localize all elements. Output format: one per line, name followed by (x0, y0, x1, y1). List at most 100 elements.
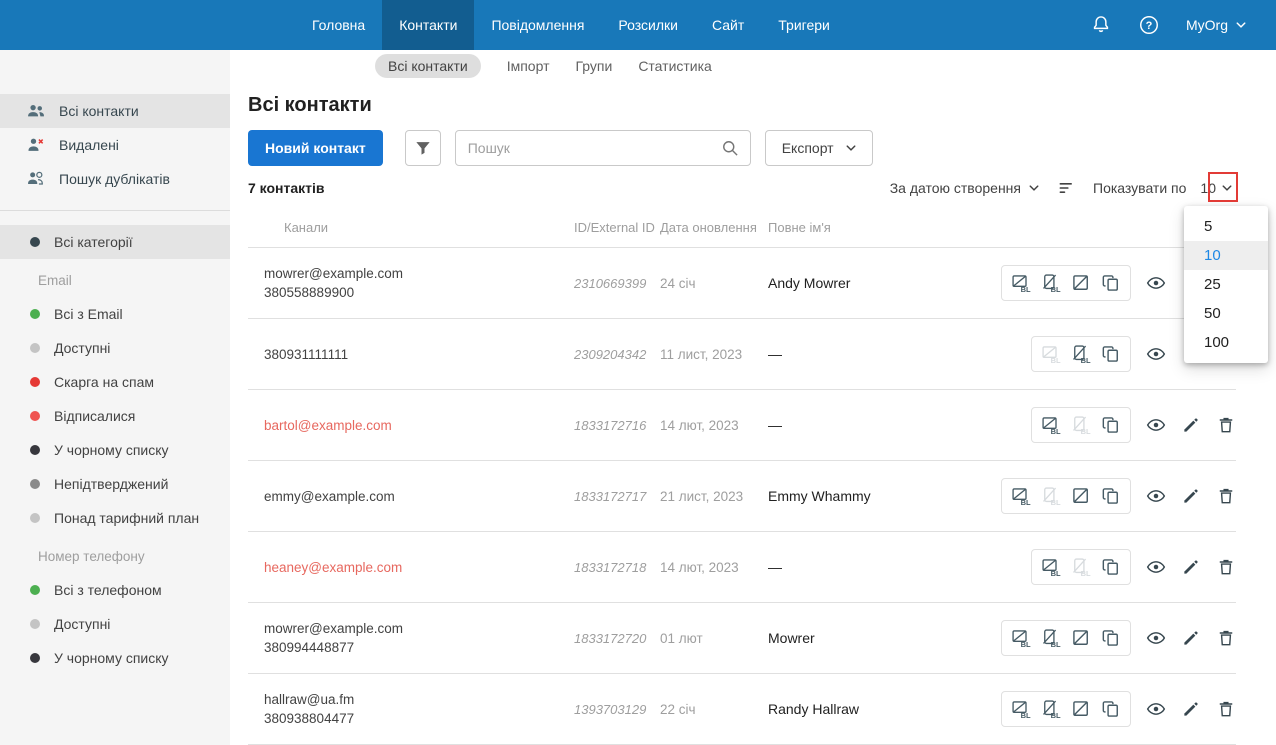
sidebar-category-item[interactable]: Відписалися (0, 399, 230, 433)
search-input[interactable] (455, 131, 720, 165)
phone-blacklist-icon[interactable]: BL (1071, 415, 1091, 435)
sidebar-item[interactable]: Видалені (0, 128, 230, 162)
view-icon[interactable] (1146, 628, 1166, 648)
variables-icon[interactable] (1071, 628, 1091, 648)
subnav-item[interactable]: Статистика (638, 58, 712, 74)
per-page-option[interactable]: 5 (1184, 212, 1268, 241)
email-blacklist-icon[interactable]: BL (1041, 344, 1061, 364)
view-icon[interactable] (1146, 557, 1166, 577)
per-page-option[interactable]: 10 (1184, 241, 1268, 270)
sidebar-category-item[interactable]: У чорному списку (0, 641, 230, 675)
phone-blacklist-icon[interactable]: BL (1071, 557, 1091, 577)
channel-status-box: BL BL (1001, 478, 1131, 514)
sort-by-dropdown[interactable]: За датою створення (890, 179, 1043, 197)
phone-blacklist-icon[interactable]: BL (1041, 486, 1061, 506)
updated-date-cell: 01 лют (660, 630, 703, 646)
view-icon[interactable] (1146, 486, 1166, 506)
contacts-subnav: Всі контакти Імпорт Групи Статистика (230, 50, 1276, 82)
channel-value: heaney@example.com (264, 559, 403, 575)
topnav-item[interactable]: Повідомлення (474, 0, 601, 50)
email-blacklist-icon[interactable]: BL (1011, 699, 1031, 719)
sidebar-category-item[interactable]: Скарга на спам (0, 365, 230, 399)
channel-status-box: BL BL (1001, 691, 1131, 727)
sidebar-item[interactable]: Всі контакти (0, 94, 230, 128)
email-blacklist-icon[interactable]: BL (1011, 486, 1031, 506)
edit-icon[interactable] (1181, 628, 1201, 648)
actions-cell: BL BL (986, 549, 1236, 585)
topnav-item[interactable]: Головна (295, 0, 382, 50)
copy-icon[interactable] (1101, 273, 1121, 293)
subnav-item[interactable]: Імпорт (507, 58, 550, 74)
sidebar-item-all-categories[interactable]: Всі категорії (0, 225, 230, 259)
topnav-item[interactable]: Розсилки (601, 0, 695, 50)
channels-cell: emmy@example.com (248, 487, 574, 506)
sidebar-item[interactable]: Пошук дублікатів (0, 162, 230, 196)
channel-status-box: BL BL (1031, 549, 1131, 585)
category-label: Непідтверджений (54, 476, 169, 492)
sidebar-category-item[interactable]: Непідтверджений (0, 467, 230, 501)
channel-value: mowrer@example.com (264, 266, 403, 281)
export-button[interactable]: Експорт (764, 130, 873, 166)
sidebar-category-item[interactable]: У чорному списку (0, 433, 230, 467)
actions-cell: BL BL (986, 691, 1236, 727)
sidebar-category-item[interactable]: Доступні (0, 607, 230, 641)
sort-order-icon[interactable] (1057, 178, 1077, 198)
variables-icon[interactable] (1071, 699, 1091, 719)
variables-icon[interactable] (1071, 486, 1091, 506)
copy-icon[interactable] (1101, 699, 1121, 719)
phone-blacklist-icon[interactable]: BL (1041, 699, 1061, 719)
per-page-selector[interactable]: 10 (1200, 179, 1236, 197)
copy-icon[interactable] (1101, 628, 1121, 648)
edit-icon[interactable] (1181, 557, 1201, 577)
email-blacklist-icon[interactable]: BL (1041, 557, 1061, 577)
copy-icon[interactable] (1101, 557, 1121, 577)
topnav-right: ? MyOrg (1090, 14, 1276, 36)
edit-icon[interactable] (1181, 486, 1201, 506)
view-icon[interactable] (1146, 273, 1166, 293)
top-navigation-bar: Головна Контакти Повідомлення Розсилки Сайт Т… (0, 0, 1276, 50)
phone-blacklist-icon[interactable]: BL (1041, 273, 1061, 293)
notifications-bell-icon[interactable] (1090, 14, 1112, 36)
variables-icon[interactable] (1071, 273, 1091, 293)
sidebar-category-item[interactable]: Доступні (0, 331, 230, 365)
contact-id-cell: 1833172720 (574, 630, 647, 646)
sidebar-category-item[interactable]: Понад тарифний план (0, 501, 230, 535)
new-contact-button[interactable]: Новий контакт (248, 130, 383, 166)
sidebar-category-item[interactable]: Всі з телефоном (0, 573, 230, 607)
sidebar-item-label: Видалені (59, 137, 119, 153)
delete-icon[interactable] (1216, 486, 1236, 506)
delete-icon[interactable] (1216, 415, 1236, 435)
channels-cell: hallraw@ua.fm 380938804477 (248, 690, 574, 728)
copy-icon[interactable] (1101, 486, 1121, 506)
topnav-item[interactable]: Контакти (382, 0, 475, 50)
copy-icon[interactable] (1101, 415, 1121, 435)
per-page-option[interactable]: 25 (1184, 270, 1268, 299)
subnav-item[interactable]: Всі контакти (375, 54, 481, 78)
svg-text:BL: BL (1021, 711, 1031, 719)
delete-icon[interactable] (1216, 628, 1236, 648)
help-icon[interactable]: ? (1138, 14, 1160, 36)
subnav-item[interactable]: Групи (575, 58, 612, 74)
edit-icon[interactable] (1181, 699, 1201, 719)
email-blacklist-icon[interactable]: BL (1041, 415, 1061, 435)
per-page-option[interactable]: 100 (1184, 328, 1268, 357)
view-icon[interactable] (1146, 699, 1166, 719)
view-icon[interactable] (1146, 344, 1166, 364)
delete-icon[interactable] (1216, 699, 1236, 719)
email-blacklist-icon[interactable]: BL (1011, 273, 1031, 293)
sidebar-category-item[interactable]: Всі з Email (0, 297, 230, 331)
full-name-cell: Emmy Whammy (768, 488, 871, 504)
view-icon[interactable] (1146, 415, 1166, 435)
topnav-item[interactable]: Тригери (761, 0, 847, 50)
phone-blacklist-icon[interactable]: BL (1071, 344, 1091, 364)
edit-icon[interactable] (1181, 415, 1201, 435)
filter-button[interactable] (404, 130, 441, 166)
copy-icon[interactable] (1101, 344, 1121, 364)
phone-blacklist-icon[interactable]: BL (1041, 628, 1061, 648)
email-blacklist-icon[interactable]: BL (1011, 628, 1031, 648)
table-row: mowrer@example.com 380994448877 1833172720… (248, 603, 1236, 674)
delete-icon[interactable] (1216, 557, 1236, 577)
topnav-item[interactable]: Сайт (695, 0, 761, 50)
org-switcher[interactable]: MyOrg (1186, 16, 1250, 34)
per-page-option[interactable]: 50 (1184, 299, 1268, 328)
